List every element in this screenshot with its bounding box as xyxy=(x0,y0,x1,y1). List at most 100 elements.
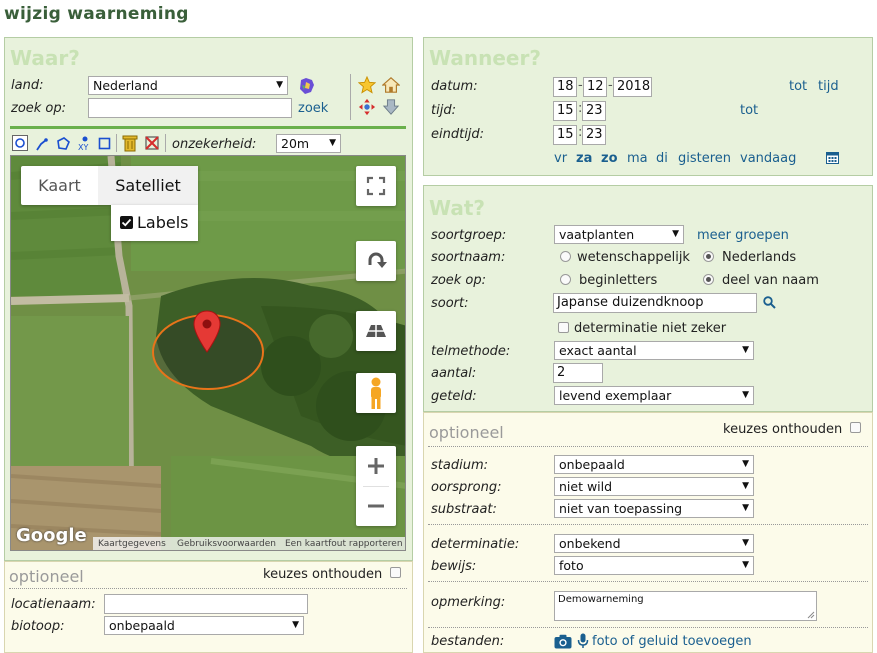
date-sep-1: - xyxy=(578,78,583,93)
search-icon[interactable] xyxy=(763,296,776,309)
day-vr[interactable]: vr xyxy=(554,151,567,166)
chevron-down-icon: ▼ xyxy=(742,459,749,469)
square-tool-icon[interactable] xyxy=(98,137,111,150)
waar-remember-label: keuzes onthouden xyxy=(263,567,383,582)
opmerking-textarea[interactable]: Demowarneming xyxy=(554,591,817,621)
day-di[interactable]: di xyxy=(656,151,668,166)
zoom-in-button[interactable] xyxy=(356,446,396,486)
wat-optional-divider-3 xyxy=(428,581,868,582)
radio-nederlands[interactable] xyxy=(703,251,714,262)
map-view[interactable]: Kaart Satelliet Labels Google Kaartgegev… xyxy=(10,155,406,551)
bestanden-label: bestanden: xyxy=(431,634,505,649)
onzekerheid-select[interactable]: 20m ▼ xyxy=(276,134,341,153)
terms-link[interactable]: Gebruiksvoorwaarden xyxy=(177,537,276,550)
tijd-label: tijd: xyxy=(431,103,456,118)
tijd-tot-link[interactable]: tot xyxy=(740,103,758,118)
eindtijd-hour-input[interactable]: 15 xyxy=(553,125,577,145)
rotate-button[interactable] xyxy=(356,241,396,281)
locatienaam-label: locatienaam: xyxy=(11,597,96,612)
line-tool-icon[interactable] xyxy=(34,136,50,152)
star-icon[interactable] xyxy=(358,76,376,94)
tool-circle[interactable] xyxy=(12,135,28,151)
waar-heading: Waar? xyxy=(10,46,80,70)
datum-year-input[interactable]: 2018 xyxy=(613,77,652,97)
labels-toggle[interactable]: Labels xyxy=(111,205,198,241)
xy-label: XY xyxy=(78,143,89,152)
determinatie-value: onbekend xyxy=(559,536,621,551)
tijd-minute-input[interactable]: 23 xyxy=(582,101,606,121)
chevron-down-icon: ▼ xyxy=(742,560,749,570)
trash-icon[interactable] xyxy=(122,134,138,152)
eindtijd-minute-input[interactable]: 23 xyxy=(582,125,606,145)
biotoop-select[interactable]: onbepaald ▼ xyxy=(104,616,304,635)
waar-icon-divider xyxy=(350,74,351,120)
land-select[interactable]: Nederland ▼ xyxy=(88,76,288,95)
land-label: land: xyxy=(11,78,44,93)
soortgroep-select[interactable]: vaatplanten ▼ xyxy=(554,225,684,244)
zoek-input[interactable] xyxy=(88,98,292,118)
datum-month-input[interactable]: 12 xyxy=(583,77,607,97)
home-icon[interactable] xyxy=(382,76,400,94)
geteld-label: geteld: xyxy=(431,389,477,404)
wanneer-heading: Wanneer? xyxy=(429,46,541,70)
datum-tot-link[interactable]: tot xyxy=(789,79,807,94)
day-za[interactable]: za xyxy=(576,151,592,166)
geteld-select[interactable]: levend exemplaar ▼ xyxy=(554,386,754,405)
microphone-icon[interactable] xyxy=(577,633,589,649)
day-ma[interactable]: ma xyxy=(627,151,648,166)
arrow-down-icon[interactable] xyxy=(382,98,400,116)
radio-wetenschappelijk[interactable] xyxy=(560,251,571,262)
day-zo[interactable]: zo xyxy=(601,151,618,166)
polygon-tool-icon[interactable] xyxy=(55,136,71,152)
tilt-button[interactable] xyxy=(356,311,396,351)
day-gisteren[interactable]: gisteren xyxy=(678,151,731,166)
tab-satelliet[interactable]: Satelliet xyxy=(98,166,198,205)
waar-optional-heading: optioneel xyxy=(9,567,84,586)
clear-shape-icon[interactable] xyxy=(144,135,160,151)
bewijs-value: foto xyxy=(559,558,584,573)
stadium-select[interactable]: onbepaald ▼ xyxy=(554,455,754,474)
zoom-out-button[interactable] xyxy=(356,486,396,526)
aantal-label: aantal: xyxy=(431,366,477,381)
resize-handle-icon[interactable] xyxy=(807,611,815,619)
locatienaam-input[interactable] xyxy=(104,594,308,614)
street-view-button[interactable] xyxy=(356,373,396,413)
meer-groepen-link[interactable]: meer groepen xyxy=(697,228,789,243)
telmethode-label: telmethode: xyxy=(431,344,511,359)
datum-day-input[interactable]: 18 xyxy=(553,77,577,97)
fullscreen-button[interactable] xyxy=(356,166,396,206)
oorsprong-select[interactable]: niet wild ▼ xyxy=(554,477,754,496)
labels-checkbox[interactable] xyxy=(120,216,133,229)
zoek-link[interactable]: zoek xyxy=(298,101,328,116)
chevron-down-icon: ▼ xyxy=(742,538,749,548)
pegman-icon xyxy=(371,377,381,409)
chevron-down-icon: ▼ xyxy=(742,503,749,513)
region-map-icon[interactable] xyxy=(297,76,317,96)
radio-beginletters[interactable] xyxy=(560,274,571,285)
substraat-select[interactable]: niet van toepassing ▼ xyxy=(554,499,754,518)
substraat-label: substraat: xyxy=(431,502,497,517)
camera-icon[interactable] xyxy=(554,634,572,649)
calendar-icon[interactable] xyxy=(826,151,839,164)
day-vandaag[interactable]: vandaag xyxy=(740,151,796,166)
soort-input[interactable]: Japanse duizendknoop xyxy=(553,293,757,313)
map-marker-icon[interactable] xyxy=(193,310,221,354)
determinatie-select[interactable]: onbekend ▼ xyxy=(554,534,754,553)
bestanden-add-link[interactable]: foto of geluid toevoegen xyxy=(592,634,752,649)
bewijs-select[interactable]: foto ▼ xyxy=(554,556,754,575)
map-data-link[interactable]: Kaartgegevens xyxy=(98,537,166,550)
radio-deel-van-naam[interactable] xyxy=(703,274,714,285)
wat-remember-checkbox[interactable] xyxy=(850,422,861,433)
determinatie-niet-zeker-label: determinatie niet zeker xyxy=(574,321,727,336)
determinatie-niet-zeker-checkbox[interactable] xyxy=(558,322,569,333)
tijd-hour-input[interactable]: 15 xyxy=(553,101,577,121)
tab-kaart[interactable]: Kaart xyxy=(21,166,98,205)
xy-tool[interactable]: XY xyxy=(77,134,93,154)
chevron-down-icon: ▼ xyxy=(329,138,336,148)
report-error-link[interactable]: Een kaartfout rapporteren xyxy=(285,537,403,550)
waar-remember-checkbox[interactable] xyxy=(390,567,401,578)
tijd-link[interactable]: tijd xyxy=(818,79,839,94)
move-arrows-icon[interactable] xyxy=(358,98,376,116)
aantal-input[interactable]: 2 xyxy=(553,363,603,383)
telmethode-select[interactable]: exact aantal ▼ xyxy=(554,341,754,360)
